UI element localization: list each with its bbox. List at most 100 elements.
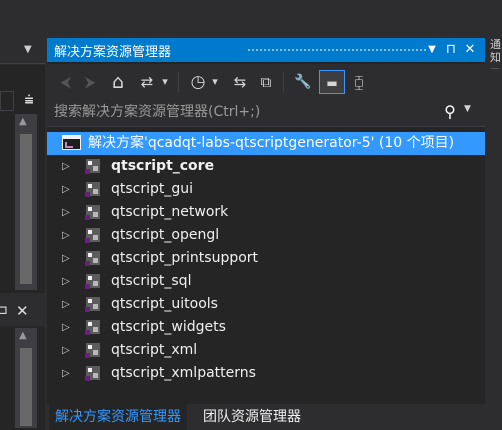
filter-icon[interactable]: ⩧ <box>18 90 40 110</box>
expand-arrow-icon[interactable]: ▷ <box>62 339 70 362</box>
tool-window-tabs: 解决方案资源管理器 团队资源管理器 <box>47 404 485 430</box>
tab-solution-explorer[interactable]: 解决方案资源管理器 <box>49 404 187 430</box>
project-badge-icon <box>85 261 90 266</box>
window-title: 解决方案资源管理器 <box>54 45 172 60</box>
tree-item-project[interactable]: ▷ qtscript_printsupport <box>47 247 485 270</box>
cpp-project-icon <box>85 182 100 197</box>
cpp-project-icon <box>85 366 100 381</box>
pin-icon[interactable]: ⊓ <box>442 40 460 60</box>
tree-item-solution[interactable]: 解决方案'qcadqt-labs-qtscriptgenerator-5' (1… <box>47 132 485 155</box>
close-icon[interactable]: ✕ <box>461 40 479 60</box>
search-box[interactable]: ⚲ ▼ <box>47 100 485 127</box>
project-badge-icon <box>85 353 90 358</box>
tree-item-project[interactable]: ▷ qtscript_opengl <box>47 224 485 247</box>
toolbar-separator <box>178 72 179 92</box>
project-label: qtscript_widgets <box>111 319 226 335</box>
pin-icon[interactable]: ⊐ <box>0 303 8 318</box>
expand-arrow-icon[interactable]: ▷ <box>62 155 70 178</box>
cpp-project-icon <box>85 159 100 174</box>
chevron-down-icon[interactable]: ▾ <box>209 70 221 94</box>
expand-arrow-icon[interactable]: ▷ <box>62 270 70 293</box>
cpp-project-icon <box>85 228 100 243</box>
solution-explorer-toolbar: ⮜ ⮞ ⌂ ⇄ ▾ ◷ ▾ ⇆ ⧉ 🔧 ▬ ⧮ <box>47 64 485 100</box>
project-label: qtscript_printsupport <box>111 250 259 266</box>
clock-icon[interactable]: ◷ <box>187 70 209 94</box>
tree-item-project[interactable]: ▷ qtscript_gui <box>47 178 485 201</box>
expand-arrow-icon[interactable]: ▷ <box>62 293 70 316</box>
expand-arrow-icon[interactable]: ▷ <box>62 247 70 270</box>
tree-item-project[interactable]: ▷ qtscript_uitools <box>47 293 485 316</box>
tree-item-project[interactable]: ▷ qtscript_xmlpatterns <box>47 362 485 385</box>
expand-arrow-icon[interactable]: ▷ <box>62 316 70 339</box>
search-icon[interactable]: ⚲ <box>440 102 460 124</box>
project-label: qtscript_core <box>111 158 215 174</box>
cpp-project-icon <box>85 205 100 220</box>
solution-icon <box>62 135 81 150</box>
cpp-project-icon <box>85 274 100 289</box>
right-tool-strip: 通知 <box>487 0 502 430</box>
forward-icon[interactable]: ⮞ <box>80 70 100 94</box>
solution-tree: 解决方案'qcadqt-labs-qtscriptgenerator-5' (1… <box>47 132 485 385</box>
project-badge-icon <box>85 215 90 220</box>
project-label: qtscript_xml <box>111 342 198 358</box>
project-label: qtscript_xmlpatterns <box>111 365 256 381</box>
sync-icon[interactable]: ⇆ <box>229 70 251 94</box>
tree-item-project[interactable]: ▷ qtscript_network <box>47 201 485 224</box>
expand-arrow-icon[interactable]: ▷ <box>62 224 70 247</box>
cpp-project-icon <box>85 320 100 335</box>
grip-dots <box>247 48 427 53</box>
tree-item-project[interactable]: ▷ qtscript_xml <box>47 339 485 362</box>
switch-views-icon[interactable]: ⇄ <box>136 70 158 94</box>
vertical-scrollbar-lower[interactable]: ▲ <box>15 328 37 428</box>
preview-icon[interactable]: ▬ <box>319 70 345 94</box>
home-icon[interactable]: ⌂ <box>107 70 129 94</box>
solution-explorer: 解决方案资源管理器 ▼ ⊓ ✕ ⮜ ⮞ ⌂ ⇄ ▾ ◷ ▾ ⇆ ⧉ 🔧 ▬ ⧮ … <box>47 38 485 430</box>
expand-arrow-icon[interactable]: ▷ <box>62 201 70 224</box>
vertical-scrollbar[interactable]: ▲ <box>15 114 37 290</box>
cpp-project-icon <box>85 251 100 266</box>
project-label: qtscript_gui <box>111 181 194 197</box>
divider <box>491 68 499 69</box>
tree-item-project[interactable]: ▷ qtscript_core <box>47 155 485 178</box>
window-position-dropdown-icon[interactable]: ▼ <box>423 40 441 60</box>
notifications-tab[interactable]: 通知 <box>490 38 502 64</box>
back-icon[interactable]: ⮜ <box>56 70 76 94</box>
tree-item-project[interactable]: ▷ qtscript_sql <box>47 270 485 293</box>
chevron-down-icon[interactable]: ▼ <box>24 44 32 55</box>
tab-team-explorer[interactable]: 团队资源管理器 <box>197 404 307 430</box>
toolbar-separator <box>283 72 284 92</box>
solution-label: 解决方案'qcadqt-labs-qtscriptgenerator-5' (1… <box>88 135 455 151</box>
divider <box>0 63 45 64</box>
solution-explorer-titlebar[interactable]: 解决方案资源管理器 ▼ ⊓ ✕ <box>47 38 485 62</box>
collapse-all-icon[interactable]: ⧉ <box>255 70 277 94</box>
search-options-dropdown-icon[interactable]: ▼ <box>464 104 471 114</box>
left-panel-input[interactable] <box>0 91 14 111</box>
project-badge-icon <box>85 376 90 381</box>
expand-arrow-icon[interactable]: ▷ <box>62 362 70 385</box>
project-label: qtscript_network <box>111 204 229 220</box>
scroll-up-icon[interactable]: ▲ <box>19 330 27 341</box>
project-label: qtscript_uitools <box>111 296 218 312</box>
close-icon[interactable]: ✕ <box>16 302 29 320</box>
chevron-down-icon[interactable]: ▾ <box>159 70 171 94</box>
project-label: qtscript_opengl <box>111 227 220 243</box>
project-badge-icon <box>85 284 90 289</box>
project-badge-icon <box>85 238 90 243</box>
project-badge-icon <box>85 330 90 335</box>
tree-item-project[interactable]: ▷ qtscript_widgets <box>47 316 485 339</box>
scroll-up-icon[interactable]: ▲ <box>19 116 27 127</box>
wrench-icon[interactable]: 🔧 <box>292 70 314 94</box>
project-label: qtscript_sql <box>111 273 192 289</box>
left-panel-header <box>0 0 45 38</box>
expand-arrow-icon[interactable]: ▷ <box>62 178 70 201</box>
cpp-project-icon <box>85 343 100 358</box>
project-badge-icon <box>85 307 90 312</box>
scrollbar-thumb[interactable] <box>20 348 32 426</box>
project-badge-icon <box>85 192 90 197</box>
project-badge-icon <box>85 169 90 174</box>
cpp-project-icon <box>85 297 100 312</box>
class-diagram-icon[interactable]: ⧮ <box>348 70 370 94</box>
search-input[interactable] <box>47 100 434 124</box>
scrollbar-thumb[interactable] <box>20 134 32 284</box>
left-tool-window: ▼ ⩧ ▲ ⊐ ✕ ▲ <box>0 0 45 430</box>
